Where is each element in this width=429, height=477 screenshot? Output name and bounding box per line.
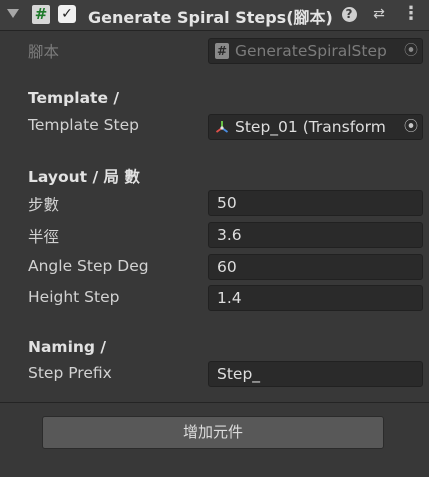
script-file-icon: # [215, 43, 229, 59]
help-icon[interactable]: ? [340, 5, 358, 23]
template-section-header: Template / [28, 89, 120, 107]
object-picker-icon[interactable]: ⦿ [400, 39, 422, 63]
component-title: Generate Spiral Steps(腳本) [88, 8, 333, 27]
script-field-value: GenerateSpiralStep [235, 42, 387, 60]
radius-input[interactable]: 3.6 [208, 222, 423, 248]
steps-input[interactable]: 50 [208, 190, 423, 216]
presets-icon[interactable]: ⇄ [370, 5, 388, 23]
template-step-field[interactable]: Step_01 (Transform ⦿ [208, 114, 423, 140]
component-header: # ✓ Generate Spiral Steps(腳本) ? ⇄ ⋮ [0, 0, 429, 31]
steps-value: 50 [217, 194, 237, 212]
height-step-value: 1.4 [217, 289, 242, 307]
step-prefix-value: Step_ [217, 365, 261, 383]
object-picker-icon[interactable]: ⦿ [400, 115, 422, 139]
naming-section-header: Naming / [28, 338, 107, 356]
foldout-arrow-icon[interactable] [7, 9, 19, 18]
template-step-value: Step_01 (Transform [235, 118, 386, 136]
script-label: 腳本 [28, 43, 60, 61]
step-prefix-input[interactable]: Step_ [208, 361, 423, 387]
radius-value: 3.6 [217, 226, 242, 244]
height-step-input[interactable]: 1.4 [208, 285, 423, 311]
angle-step-deg-input[interactable]: 60 [208, 254, 423, 280]
angle-step-deg-value: 60 [217, 258, 237, 276]
script-object-field: # GenerateSpiralStep ⦿ [208, 38, 423, 64]
component-enabled-checkbox[interactable]: ✓ [58, 5, 76, 23]
angle-step-deg-label: Angle Step Deg [28, 257, 149, 275]
help-glyph: ? [341, 7, 357, 22]
transform-icon [215, 119, 229, 135]
step-prefix-label: Step Prefix [28, 364, 112, 382]
context-menu-icon[interactable]: ⋮ [402, 5, 420, 23]
steps-label: 步數 [28, 196, 60, 214]
layout-section-header: Layout / 局 數 [28, 168, 140, 186]
template-step-label: Template Step [28, 116, 139, 134]
radius-label: 半徑 [28, 228, 60, 246]
add-component-button[interactable]: 增加元件 [42, 416, 384, 449]
script-icon: # [32, 5, 50, 24]
height-step-label: Height Step [28, 288, 120, 306]
